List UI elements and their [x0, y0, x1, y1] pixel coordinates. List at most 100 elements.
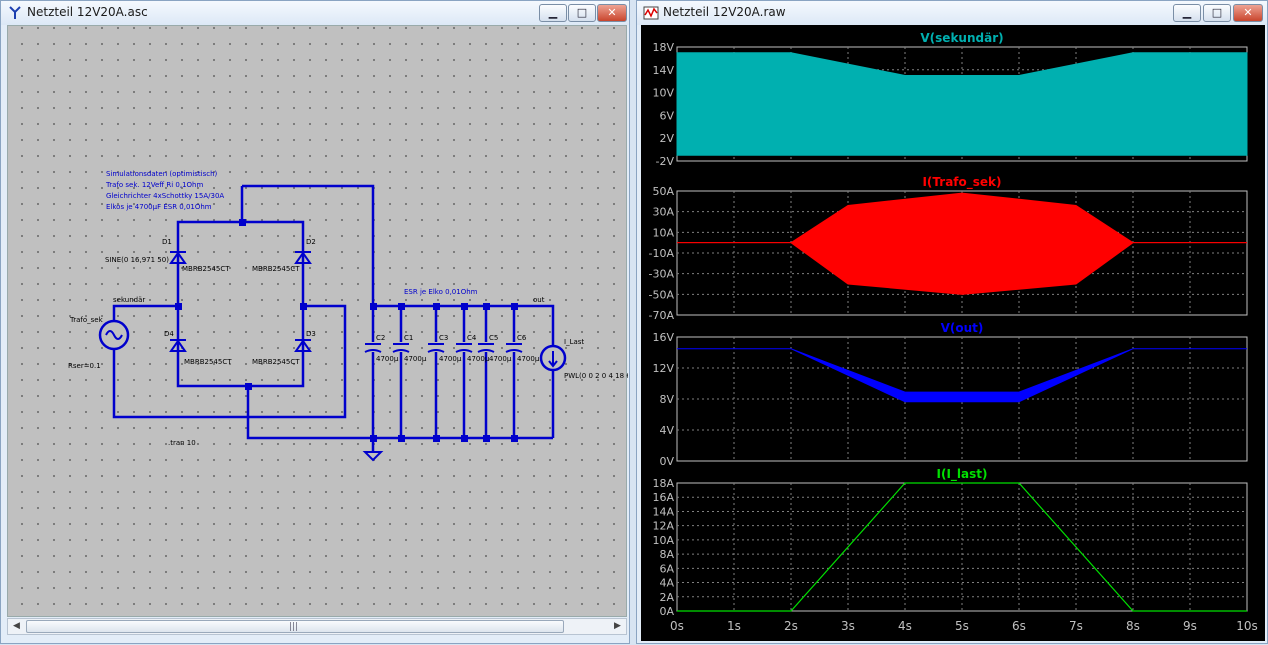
minimize-button[interactable]: ▁ — [1173, 4, 1201, 22]
y-tick-label: 12A — [652, 520, 674, 533]
y-tick-label: 10V — [652, 87, 674, 100]
waveform-titlebar[interactable]: Netzteil 12V20A.raw ▁ □ ✕ — [637, 1, 1267, 25]
x-tick-label: 8s — [1126, 619, 1140, 633]
wire-bridge — [176, 186, 305, 388]
scroll-thumb[interactable]: ||| — [26, 620, 564, 633]
schematic-canvas[interactable]: D1 MBRB2545CT D2 MBRB2545CT D3 MBRB2545CT D4 MB… — [7, 25, 628, 617]
y-tick-label: -30A — [649, 268, 675, 281]
capacitor-ref: C1 — [404, 334, 413, 342]
diode-ref: D4 — [164, 330, 174, 338]
plot-panel-2[interactable]: 50A 30A 10A -10A -30A -50A -70A I(Trafo_sek) — [649, 175, 1248, 322]
x-tick-label: 10s — [1236, 619, 1258, 633]
net-out: out — [533, 296, 545, 304]
y-tick-label: 14V — [652, 64, 674, 77]
plot-panel-1[interactable]: 18V 14V 10V 6V 2V -2V V(sekundär) — [652, 31, 1248, 168]
net-sekundaer: sekundär — [113, 296, 145, 304]
schematic-title: Netzteil 12V20A.asc — [27, 5, 148, 19]
wires — [112, 184, 555, 452]
y-tick-label: -10A — [649, 247, 675, 260]
current-source-symbol — [539, 344, 567, 372]
plot-panel-3[interactable]: 16V 12V 8V 4V 0V V(out) — [652, 321, 1248, 468]
load-value: PWL(0 0 2 0 4 18 6 — [564, 372, 628, 380]
voltage-source-symbol — [98, 319, 130, 351]
note-line-3: Gleichrichter 4xSchottky 15A/30A — [106, 192, 224, 200]
x-tick-label: 4s — [898, 619, 912, 633]
y-tick-label: 12V — [652, 362, 674, 375]
y-tick-label: 4A — [659, 577, 674, 590]
waveform-app-icon — [643, 6, 659, 20]
diode-part: MBRB2545CT — [252, 358, 300, 366]
y-tick-label: -2V — [656, 155, 675, 168]
x-axis: 0s 1s 2s 3s 4s 5s 6s 7s 8s 9s 10s — [670, 619, 1258, 633]
series-envelope — [677, 348, 1247, 403]
source-value: SINE(0 16,971 50) — [105, 256, 169, 264]
scroll-right-icon[interactable]: ▶ — [609, 619, 626, 634]
close-button[interactable]: ✕ — [1233, 4, 1263, 22]
capacitor-value: 4700µ — [439, 355, 462, 363]
minimize-button[interactable]: ▁ — [539, 4, 567, 22]
source-label: Trafo_sek — [69, 316, 104, 324]
diode-d4[interactable]: D4 MBRB2545CT — [164, 330, 232, 366]
capacitor-value: 4700µ — [467, 355, 490, 363]
waveform-title: Netzteil 12V20A.raw — [663, 5, 786, 19]
y-tick-label: 0V — [659, 455, 674, 468]
diode-part: MBRB2545CT — [184, 358, 232, 366]
schematic-drawing: D1 MBRB2545CT D2 MBRB2545CT D3 MBRB2545CT D4 MB… — [68, 170, 628, 462]
x-tick-label: 9s — [1183, 619, 1197, 633]
y-tick-label: -50A — [649, 288, 675, 301]
series-envelope — [677, 192, 1247, 295]
diode-part: MBRB2545CT — [252, 265, 300, 273]
schematic-labels: Simulationsdaten (optimistisch) Trafo se… — [68, 170, 628, 447]
capacitor-ref: C5 — [489, 334, 498, 342]
capacitor-ref: C2 — [376, 334, 385, 342]
y-tick-label: 2A — [659, 591, 674, 604]
y-tick-label: 6V — [659, 109, 674, 122]
x-tick-label: 0s — [670, 619, 684, 633]
tran-directive: .tran 10 — [168, 439, 196, 447]
diodes: D1 MBRB2545CT D2 MBRB2545CT D3 MBRB2545CT D4 MB… — [162, 238, 316, 366]
y-tick-label: 10A — [652, 226, 674, 239]
y-tick-label: 50A — [652, 185, 674, 198]
close-button[interactable]: ✕ — [597, 4, 627, 22]
schematic-window: Netzteil 12V20A.asc ▁ □ ✕ D1 MBRB2545CT … — [0, 0, 630, 644]
capacitor-ref: C3 — [439, 334, 448, 342]
waveform-window: Netzteil 12V20A.raw ▁ □ ✕ 18V 14V 10V 6V 2V -… — [636, 0, 1268, 644]
capacitor-ref: C6 — [517, 334, 527, 342]
y-tick-label: 6A — [659, 562, 674, 575]
y-tick-label: 16A — [652, 491, 674, 504]
y-tick-label: 0A — [659, 605, 674, 618]
capacitor-value: 4700µ — [489, 355, 512, 363]
diode-d3[interactable]: D3 MBRB2545CT — [252, 330, 316, 366]
scroll-left-icon[interactable]: ◀ — [8, 619, 25, 634]
junctions — [175, 219, 518, 442]
schematic-titlebar[interactable]: Netzteil 12V20A.asc ▁ □ ✕ — [1, 1, 629, 25]
note-line-4: Elkos je 4700µF ESR 0,01Ohm — [106, 203, 212, 211]
plot-title: V(out) — [941, 321, 984, 335]
y-tick-label: 30A — [652, 206, 674, 219]
maximize-button[interactable]: □ — [568, 4, 596, 22]
maximize-button[interactable]: □ — [1203, 4, 1231, 22]
diode-ref: D3 — [306, 330, 316, 338]
plot-panel-4[interactable]: 18A16A14A 12A10A8A6A 4A2A0A I(I_last) — [652, 467, 1248, 618]
x-tick-label: 3s — [841, 619, 855, 633]
x-tick-label: 2s — [784, 619, 798, 633]
load-ref: I_Last — [564, 338, 584, 346]
plot-area[interactable]: 18V 14V 10V 6V 2V -2V V(sekundär) 50A 30A 10A -10A… — [641, 25, 1265, 641]
grip-icon: ||| — [289, 622, 299, 632]
diode-d1[interactable]: D1 MBRB2545CT — [162, 238, 230, 273]
x-tick-label: 7s — [1069, 619, 1083, 633]
ground-symbol — [362, 451, 384, 462]
diode-d2[interactable]: D2 MBRB2545CT — [252, 238, 316, 273]
y-tick-label: 14A — [652, 505, 674, 518]
wire-caps — [371, 306, 516, 438]
waveform-plots[interactable]: 18V 14V 10V 6V 2V -2V V(sekundär) 50A 30A 10A -10A… — [641, 25, 1265, 641]
y-tick-label: 18A — [652, 477, 674, 490]
capacitor-value: 4700µ — [517, 355, 540, 363]
plot-frame — [676, 482, 1248, 612]
y-tick-label: -70A — [649, 309, 675, 322]
horizontal-scrollbar[interactable]: ◀ ||| ▶ — [7, 618, 627, 635]
capacitor-value: 4700µ — [404, 355, 427, 363]
series-line — [677, 482, 1247, 612]
y-tick-label: 18V — [652, 41, 674, 54]
plot-title: I(Trafo_sek) — [922, 175, 1001, 190]
